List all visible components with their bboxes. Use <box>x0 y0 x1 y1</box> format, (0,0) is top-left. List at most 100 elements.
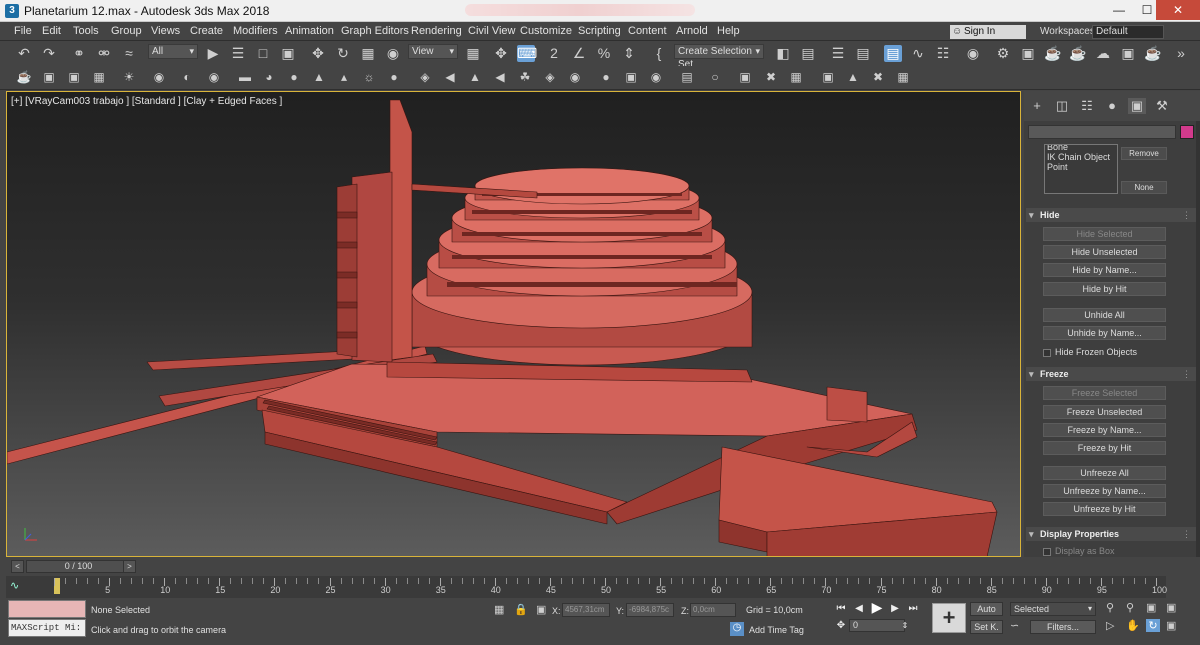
unfreeze-by-name-button[interactable]: Unfreeze by Name... <box>1043 484 1166 498</box>
add-time-tag[interactable]: Add Time Tag <box>749 625 804 635</box>
time-slider-next-button[interactable]: > <box>123 560 136 573</box>
spinner-snap-icon[interactable]: ⇕ <box>620 45 638 62</box>
keyboard-shortcut-override-icon[interactable]: ⌨ <box>517 45 537 62</box>
frame-spinner-icon[interactable]: ⇕ <box>898 619 912 633</box>
vray-decal-icon[interactable]: ◈ <box>541 69 559 86</box>
create-tab-icon[interactable]: + <box>1028 98 1046 114</box>
menu-group[interactable]: Group <box>111 25 142 37</box>
vray-plane-icon[interactable]: ▬ <box>236 69 254 86</box>
menu-rendering[interactable]: Rendering <box>411 25 462 37</box>
maxscript-listener-output[interactable] <box>8 600 86 618</box>
undo-icon[interactable]: ↶ <box>15 45 33 62</box>
menu-content[interactable]: Content <box>628 25 667 37</box>
ribbon-toggle-icon[interactable]: ▤ <box>884 45 902 62</box>
object-name-field[interactable] <box>1028 125 1176 139</box>
maximize-viewport-icon[interactable]: ▣ <box>1166 619 1176 632</box>
link-icon[interactable]: ⚭ <box>70 45 88 62</box>
minimize-button[interactable]: — <box>1105 0 1133 20</box>
snaps-toggle-icon[interactable]: 2 <box>545 45 563 62</box>
forest-tree-icon[interactable]: ▲ <box>844 69 862 86</box>
vray-spot-icon[interactable]: ▴ <box>335 69 353 86</box>
menu-scripting[interactable]: Scripting <box>578 25 621 37</box>
menu-tools[interactable]: Tools <box>73 25 99 37</box>
forest-tools-icon[interactable]: ✖ <box>869 69 887 86</box>
forest-pack-icon[interactable]: ▣ <box>819 69 837 86</box>
rectangular-selection-icon[interactable]: □ <box>254 45 272 62</box>
named-selection-set-select[interactable]: Create Selection Set <box>674 44 764 70</box>
vray-physical-camera-icon[interactable]: ▤ <box>678 69 696 86</box>
zoom-icon[interactable]: ⚲ <box>1106 601 1114 614</box>
vray-ies-icon[interactable]: ▲ <box>310 69 328 86</box>
vray-grass-icon[interactable]: ☘ <box>516 69 534 86</box>
current-frame-field[interactable]: 0 <box>849 619 905 632</box>
time-slider-prev-button[interactable]: < <box>11 560 24 573</box>
vray-clipper-icon[interactable]: ◀ <box>491 69 509 86</box>
vray-proxy-icon[interactable]: ◈ <box>416 69 434 86</box>
utilities-tab-icon[interactable]: ⚒ <box>1153 98 1171 114</box>
railclone-library-icon[interactable]: ▦ <box>787 69 805 86</box>
x-coordinate-field[interactable]: 4567,31cm <box>562 603 610 617</box>
selection-filter-select[interactable]: All <box>148 44 198 59</box>
unfreeze-all-button[interactable]: Unfreeze All <box>1043 466 1166 480</box>
zoom-all-icon[interactable]: ⚲ <box>1126 601 1134 614</box>
viewport-camera[interactable]: [+] [VRayCam003 trabajo ] [Standard ] [C… <box>6 91 1021 557</box>
unhide-all-button[interactable]: Unhide All <box>1043 308 1166 322</box>
sign-in-dropdown[interactable]: Sign In <box>950 25 1026 39</box>
unlink-icon[interactable]: ⚮ <box>95 45 113 62</box>
y-coordinate-field[interactable]: -6984,875c <box>626 603 674 617</box>
vray-shell-icon[interactable]: ◉ <box>566 69 584 86</box>
key-mode-toggle-icon[interactable]: ✥ <box>834 619 848 633</box>
planetarium-model[interactable] <box>7 92 1021 557</box>
place-icon[interactable]: ◉ <box>384 45 402 62</box>
hide-by-hit-button[interactable]: Hide by Hit <box>1043 282 1166 296</box>
vray-light-lister-icon[interactable]: ☀ <box>120 69 138 86</box>
vray-sun-icon[interactable]: ☼ <box>360 69 378 86</box>
menu-modifiers[interactable]: Modifiers <box>233 25 278 37</box>
z-coordinate-field[interactable]: 0,0cm <box>690 603 736 617</box>
vray-dome-icon[interactable]: ◕ <box>260 69 278 86</box>
window-crossing-icon[interactable]: ▣ <box>279 45 297 62</box>
freeze-selected-button[interactable]: Freeze Selected <box>1043 386 1166 400</box>
track-bar[interactable]: ∿ 5 10 15 20 25 30 35 40 45 50 55 60 65 70 75 80 85 90 95 1… <box>6 576 1167 598</box>
zoom-extents-icon[interactable]: ▣ <box>1146 601 1156 614</box>
hide-by-category-list[interactable]: Bone IK Chain Object Point <box>1044 144 1118 194</box>
vray-teapot-icon[interactable]: ☕ <box>15 69 33 86</box>
list-item[interactable]: Bone <box>1047 145 1115 152</box>
vray-vfb-icon[interactable]: ▣ <box>40 69 58 86</box>
vray-mesh-export-icon[interactable]: ◐ <box>178 69 196 86</box>
modify-tab-icon[interactable]: ◫ <box>1053 98 1071 114</box>
none-button[interactable]: None <box>1121 181 1167 194</box>
vray-mtl-icon[interactable]: ◉ <box>150 69 168 86</box>
reference-coordinate-select[interactable]: View <box>408 44 458 59</box>
redo-icon[interactable]: ↷ <box>40 45 58 62</box>
render-setup-icon[interactable]: ⚙ <box>994 45 1012 62</box>
motion-tab-icon[interactable]: ● <box>1103 98 1121 114</box>
layer-explorer-icon[interactable]: ▤ <box>854 45 872 62</box>
display-properties-rollout[interactable]: Display Properties ⋮ <box>1026 527 1196 541</box>
scale-icon[interactable]: ▦ <box>359 45 377 62</box>
menu-customize[interactable]: Customize <box>520 25 572 37</box>
selection-lock-icon[interactable]: 🔒 <box>514 603 528 616</box>
vray-ambient-icon[interactable]: ● <box>385 69 403 86</box>
vray-sphere-icon[interactable]: ● <box>285 69 303 86</box>
rendered-frame-window-icon[interactable]: ▣ <box>1019 45 1037 62</box>
railclone-tools-icon[interactable]: ✖ <box>762 69 780 86</box>
close-button[interactable]: ✕ <box>1156 0 1200 20</box>
orbit-icon[interactable]: ↻ <box>1146 619 1160 632</box>
vray-displacement-icon[interactable]: ▲ <box>466 69 484 86</box>
hierarchy-tab-icon[interactable]: ☷ <box>1078 98 1096 114</box>
vray-fur-icon[interactable]: ◀ <box>441 69 459 86</box>
list-item[interactable]: IK Chain Object <box>1047 152 1115 162</box>
vray-color-icon[interactable]: ◉ <box>205 69 223 86</box>
next-frame-icon[interactable]: ▶ <box>888 602 902 616</box>
material-editor-icon[interactable]: ◉ <box>964 45 982 62</box>
menu-help[interactable]: Help <box>717 25 740 37</box>
set-key-button[interactable]: Set K. <box>970 620 1003 634</box>
object-color-swatch[interactable] <box>1180 125 1194 139</box>
absolute-mode-icon[interactable]: ▣ <box>536 603 546 616</box>
curve-editor-mini-icon[interactable]: ∿ <box>10 579 19 592</box>
freeze-by-name-button[interactable]: Freeze by Name... <box>1043 423 1166 437</box>
hide-selected-button[interactable]: Hide Selected <box>1043 227 1166 241</box>
menu-civil-view[interactable]: Civil View <box>468 25 515 37</box>
list-item[interactable]: Point <box>1047 162 1115 172</box>
